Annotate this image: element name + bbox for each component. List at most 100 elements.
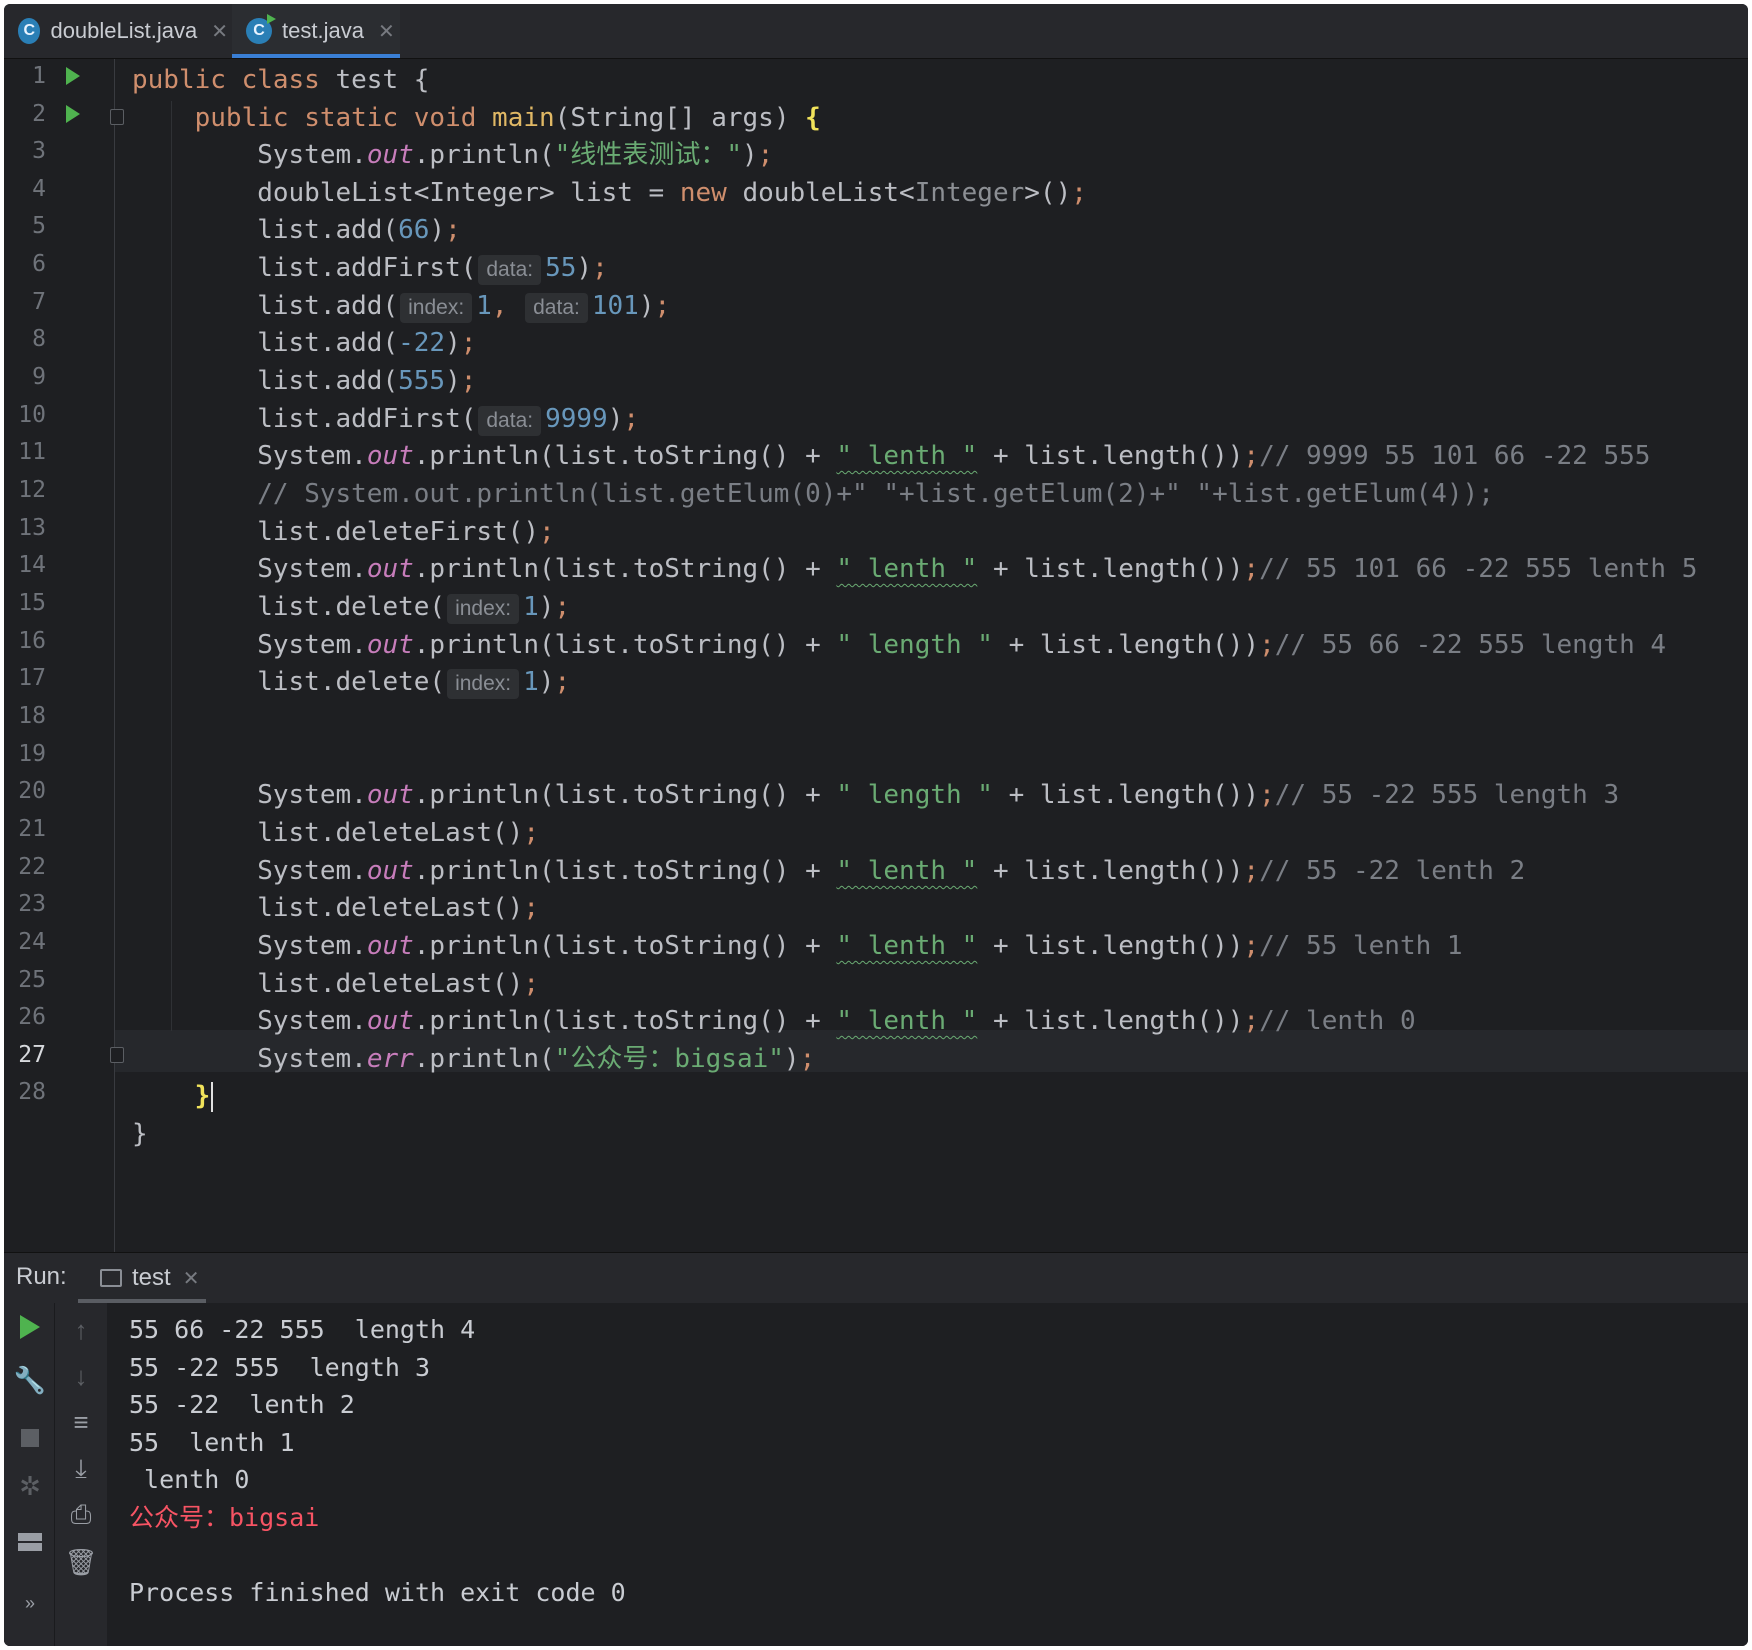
line-number: 12	[18, 477, 46, 503]
line-number-current: 27	[18, 1042, 46, 1068]
close-icon[interactable]: ✕	[378, 19, 395, 44]
console-output-line: 55 -22 lenth 2	[129, 1390, 355, 1419]
run-toolbar-secondary: ↑ ↓ ≡ ⤓ ⎙ 🗑	[54, 1303, 107, 1646]
code-line: list.deleteLast();	[132, 969, 539, 999]
code-line: // System.out.println(list.getElum(0)+" …	[257, 479, 1494, 509]
line-number: 28	[18, 1079, 46, 1105]
line-number: 21	[18, 816, 46, 842]
tab-label: test.java	[282, 18, 364, 43]
parameter-hint: data:	[478, 406, 542, 436]
console-output-line: lenth 0	[129, 1465, 250, 1494]
code-line: list.add(555);	[132, 366, 477, 396]
fold-marker-icon[interactable]	[110, 1047, 124, 1063]
run-gutter-icon[interactable]	[66, 105, 80, 123]
line-number: 3	[32, 138, 46, 164]
run-panel-header: Run: test ✕	[4, 1252, 1748, 1303]
close-icon[interactable]: ✕	[183, 1266, 200, 1291]
line-number: 6	[32, 251, 46, 277]
run-label: Run:	[16, 1263, 67, 1290]
line-number: 15	[18, 590, 46, 616]
run-toolbar-primary: 🔧 ✲ »	[4, 1303, 54, 1646]
tab-doublelist-java[interactable]: C doubleList.java ✕	[18, 4, 228, 58]
java-class-run-icon: C	[246, 14, 276, 44]
code-line: System.err.println("公众号：bigsai");	[132, 1044, 816, 1074]
line-number: 9	[32, 364, 46, 390]
soft-wrap-icon[interactable]: ≡	[61, 1407, 101, 1438]
code-line: }	[132, 1119, 148, 1149]
parameter-hint: data:	[478, 255, 542, 285]
parameter-hint: index:	[447, 594, 520, 624]
code-line: list.addFirst(data: 55);	[132, 253, 608, 285]
line-number: 13	[18, 515, 46, 541]
console-output-line: 55 -22 555 length 3	[129, 1353, 431, 1382]
code-line: doubleList<Integer> list = new doubleLis…	[132, 178, 1087, 208]
code-line: System.out.println(list.toString() + " l…	[132, 1006, 1416, 1036]
editor-tab-bar: C doubleList.java ✕ C test.java ✕	[4, 4, 1748, 59]
code-line: list.delete(index: 1);	[132, 667, 571, 699]
line-number: 2	[32, 101, 46, 127]
console-output-line: 55 66 -22 555 length 4	[129, 1315, 476, 1344]
parameter-hint: index:	[400, 293, 473, 323]
code-line: list.delete(index: 1);	[132, 592, 571, 624]
parameter-hint: data:	[525, 293, 588, 323]
debug-bug-icon[interactable]: ✲	[10, 1471, 50, 1502]
line-number: 14	[18, 552, 46, 578]
tab-label: doubleList.java	[50, 18, 198, 43]
line-number: 11	[18, 439, 46, 465]
code-line: System.out.println(list.toString() + " l…	[132, 630, 1667, 660]
gutter-divider	[114, 59, 115, 1252]
run-gutter-icon[interactable]	[66, 67, 80, 85]
wrench-icon[interactable]: 🔧	[10, 1365, 50, 1396]
code-line-current: }	[132, 1075, 214, 1117]
close-icon[interactable]: ✕	[211, 19, 228, 44]
code-line: System.out.println(list.toString() + " l…	[132, 441, 1651, 471]
print-icon[interactable]: ⎙	[61, 1499, 101, 1531]
rerun-icon[interactable]	[10, 1315, 50, 1346]
code-line: System.out.println(list.toString() + " l…	[132, 856, 1526, 886]
scroll-to-end-icon[interactable]: ⤓	[61, 1453, 101, 1485]
trash-icon[interactable]: 🗑	[61, 1547, 101, 1578]
code-line: System.out.println(list.toString() + " l…	[132, 780, 1620, 810]
line-number: 24	[18, 929, 46, 955]
java-class-icon: C	[18, 18, 41, 44]
arrow-down-icon[interactable]: ↓	[61, 1361, 101, 1392]
console-exit-line: Process finished with exit code 0	[129, 1578, 626, 1607]
line-number: 18	[18, 703, 46, 729]
fold-marker-icon[interactable]	[110, 109, 124, 125]
code-line: System.out.println("线性表测试：");	[132, 140, 774, 170]
line-number: 25	[18, 967, 46, 993]
more-icon[interactable]: »	[10, 1593, 50, 1614]
line-number: 7	[32, 289, 46, 315]
code-line: list.add(index: 1, data: 101);	[132, 291, 671, 323]
line-number: 4	[32, 176, 46, 202]
code-line: public static void main(String[] args) {	[194, 103, 821, 133]
code-line: public class test {	[132, 65, 430, 95]
code-line: list.addFirst(data: 9999);	[132, 404, 640, 436]
layout-icon[interactable]	[10, 1527, 50, 1558]
line-number: 16	[18, 628, 46, 654]
code-line: System.out.println(list.toString() + " l…	[132, 554, 1698, 584]
console-icon	[100, 1269, 122, 1287]
line-number: 26	[18, 1004, 46, 1030]
code-line: System.out.println(list.toString() + " l…	[132, 931, 1463, 961]
line-number: 23	[18, 891, 46, 917]
parameter-hint: index:	[447, 669, 520, 699]
run-console[interactable]: 🔧 ✲ » ↑ ↓ ≡ ⤓ ⎙ 🗑 55 66 -22 555 length 4…	[4, 1303, 1748, 1646]
code-editor[interactable]: 1 2 3 4 5 6 7 8 9 10 11 12 13 14 15 16 1…	[4, 59, 1748, 1252]
arrow-up-icon[interactable]: ↑	[61, 1315, 101, 1346]
text-caret	[211, 1081, 214, 1112]
console-output-line: 55 lenth 1	[129, 1428, 295, 1457]
console-error-line: 公众号：bigsai	[129, 1503, 320, 1532]
tab-test-java[interactable]: C test.java ✕	[232, 4, 400, 58]
stop-icon[interactable]	[10, 1423, 50, 1454]
code-line: list.deleteFirst();	[132, 517, 555, 547]
line-number: 10	[18, 402, 46, 428]
line-number: 8	[32, 326, 46, 352]
line-number: 20	[18, 778, 46, 804]
line-number: 22	[18, 854, 46, 880]
run-tab-test[interactable]: test ✕	[78, 1253, 206, 1303]
line-number: 5	[32, 213, 46, 239]
code-line: list.deleteLast();	[132, 893, 539, 923]
code-line: list.add(-22);	[132, 328, 477, 358]
line-number: 19	[18, 741, 46, 767]
